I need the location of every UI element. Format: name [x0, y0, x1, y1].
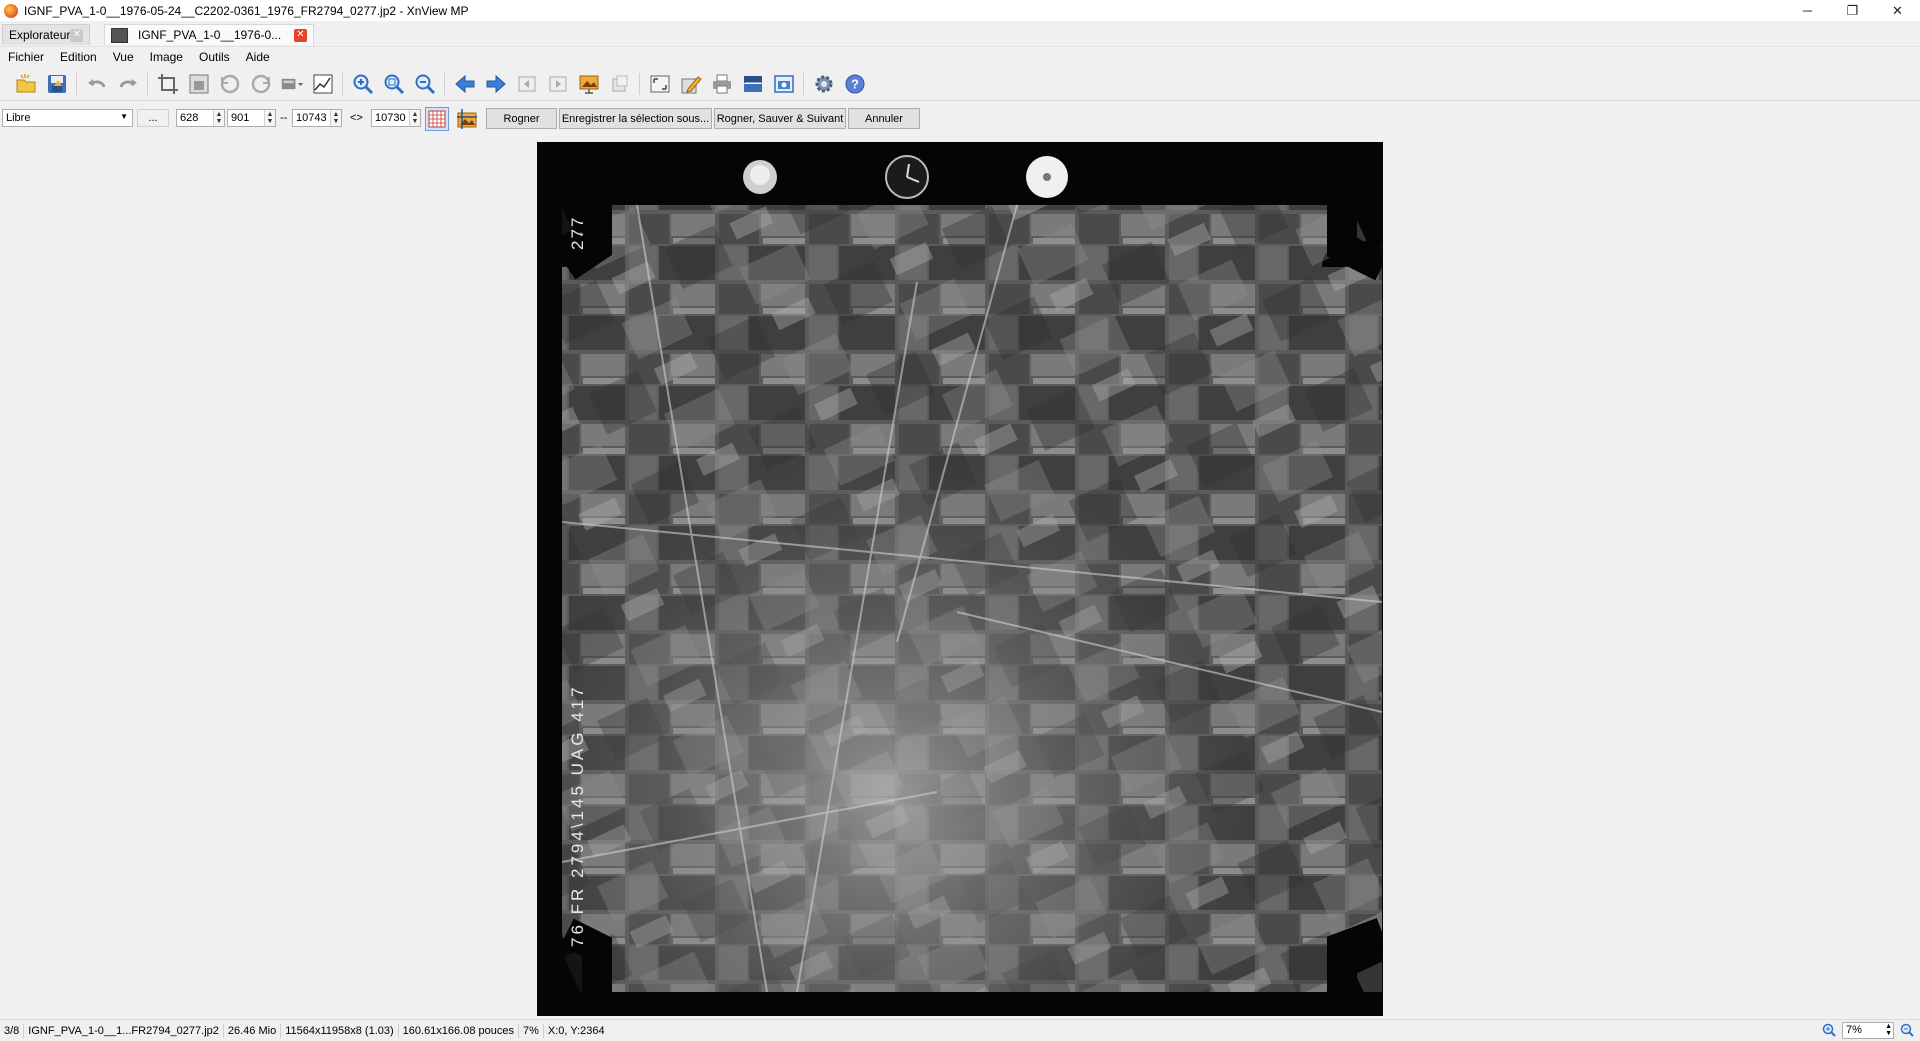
zoom-out-icon[interactable]: [413, 72, 437, 96]
crop-preview-icon[interactable]: [455, 107, 479, 131]
menu-bar: Fichier Edition Vue Image Outils Aide: [0, 47, 1920, 67]
slideshow-icon[interactable]: [577, 72, 601, 96]
crop-icon[interactable]: [156, 72, 180, 96]
status-filename: IGNF_PVA_1-0__1...FR2794_0277.jp2: [24, 1023, 224, 1038]
grid-toggle-icon[interactable]: [425, 107, 449, 131]
spin-arrows-icon[interactable]: ▲ ▼: [215, 111, 223, 125]
toolbar-separator: [444, 73, 445, 95]
help-icon[interactable]: ?: [843, 72, 867, 96]
spin-arrows-icon[interactable]: ▲ ▼: [411, 111, 419, 125]
status-index: 3/8: [0, 1023, 25, 1038]
status-filesize: 26.46 Mio: [224, 1023, 282, 1038]
ratio-select[interactable]: Libre ▼: [2, 109, 133, 127]
crop-save-next-button[interactable]: Rogner, Sauver & Suivant: [714, 108, 846, 129]
crop-x-value: 628: [180, 112, 199, 124]
toolbar-separator: [76, 73, 77, 95]
image-viewer[interactable]: 277 76 FR 2794\145 UAG 417: [0, 135, 1920, 1020]
restore-button[interactable]: ❐: [1830, 0, 1875, 21]
spin-arrows-icon[interactable]: ▲ ▼: [332, 111, 340, 125]
aerial-photo[interactable]: 277 76 FR 2794\145 UAG 417: [537, 142, 1383, 1016]
crop-height-value: 10730: [375, 112, 406, 124]
menu-fichier[interactable]: Fichier: [0, 50, 52, 64]
crop-y-field[interactable]: 901 ▲ ▼: [227, 109, 276, 127]
crop-x-field[interactable]: 628 ▲ ▼: [176, 109, 225, 127]
browse-folder-icon[interactable]: [14, 72, 38, 96]
xnview-logo-icon: [4, 3, 18, 18]
crop-button[interactable]: Rogner: [486, 108, 557, 129]
zoom-in-icon[interactable]: [351, 72, 375, 96]
main-toolbar: ?: [0, 68, 1920, 101]
zoom-level-field[interactable]: 7% ▲ ▼: [1842, 1022, 1894, 1039]
title-bar: IGNF_PVA_1-0__1976-05-24__C2202-0361_197…: [0, 0, 1920, 21]
chevron-down-icon: ▼: [120, 112, 128, 121]
tab-bar: Explorateur ✕ IGNF_PVA_1-0__1976-0... ✕: [0, 21, 1920, 47]
zoom-fit-icon[interactable]: [382, 72, 406, 96]
tab-label: Explorateur: [9, 28, 71, 42]
image-thumbnail-icon: [111, 27, 128, 43]
undo-icon[interactable]: [85, 72, 109, 96]
crop-y-value: 901: [231, 112, 250, 124]
minimize-button[interactable]: ─: [1785, 0, 1830, 21]
edit-icon[interactable]: [679, 72, 703, 96]
menu-vue[interactable]: Vue: [105, 50, 142, 64]
more-button[interactable]: ...: [137, 109, 169, 127]
last-icon[interactable]: [546, 72, 570, 96]
rotate-left-icon[interactable]: [218, 72, 242, 96]
previous-icon[interactable]: [453, 72, 477, 96]
crop-width-value: 10743: [296, 112, 327, 124]
toolbar-separator: [639, 73, 640, 95]
frame-number-label: 277: [568, 216, 587, 250]
svg-text:?: ?: [851, 77, 859, 92]
window-controls: ─ ❐ ✕: [1785, 0, 1920, 21]
save-selection-button[interactable]: Enregistrer la sélection sous...: [559, 108, 712, 129]
status-bar: 3/8 IGNF_PVA_1-0__1...FR2794_0277.jp2 26…: [0, 1019, 1920, 1041]
crop-bar: Libre ▼ ... 628 ▲ ▼ 901 ▲ ▼ -- 10743 ▲ ▼ <>…: [0, 106, 1920, 132]
tab-label: IGNF_PVA_1-0__1976-0...: [138, 28, 282, 42]
capture-icon[interactable]: [772, 72, 796, 96]
close-tab-icon[interactable]: ✕: [294, 28, 307, 42]
status-coords: X:0, Y:2364: [547, 1024, 605, 1037]
aerial-photo-image: 277 76 FR 2794\145 UAG 417: [537, 142, 1383, 1016]
compare-icon[interactable]: [608, 72, 632, 96]
save-icon[interactable]: [45, 72, 69, 96]
spin-arrows-icon[interactable]: ▲ ▼: [266, 111, 274, 125]
scanner-icon[interactable]: [741, 72, 765, 96]
status-print-size: 160.61x166.08 pouces: [399, 1023, 519, 1038]
zoom-level-value: 7%: [1846, 1024, 1862, 1036]
close-button[interactable]: ✕: [1875, 0, 1920, 21]
tab-explorer[interactable]: Explorateur ✕: [2, 24, 90, 45]
dash-label: --: [280, 112, 288, 124]
tab-image[interactable]: IGNF_PVA_1-0__1976-0... ✕: [104, 24, 314, 45]
menu-image[interactable]: Image: [142, 50, 191, 64]
next-icon[interactable]: [484, 72, 508, 96]
swap-label[interactable]: <>: [350, 112, 363, 124]
zoom-out-small-icon[interactable]: [1900, 1023, 1914, 1040]
status-zoom: 7%: [519, 1023, 544, 1038]
settings-icon[interactable]: [812, 72, 836, 96]
ratio-value: Libre: [6, 112, 31, 124]
fullscreen-icon[interactable]: [648, 72, 672, 96]
toolbar-separator: [342, 73, 343, 95]
cancel-button[interactable]: Annuler: [848, 108, 920, 129]
toolbar-separator: [147, 73, 148, 95]
redo-icon[interactable]: [116, 72, 140, 96]
crop-height-field[interactable]: 10730 ▲ ▼: [371, 109, 421, 127]
resize-icon[interactable]: [187, 72, 211, 96]
adjust-icon[interactable]: [280, 72, 304, 96]
window-title: IGNF_PVA_1-0__1976-05-24__C2202-0361_197…: [24, 3, 469, 18]
zoom-in-small-icon[interactable]: [1822, 1023, 1836, 1040]
crop-width-field[interactable]: 10743 ▲ ▼: [292, 109, 342, 127]
rotate-right-icon[interactable]: [249, 72, 273, 96]
first-icon[interactable]: [515, 72, 539, 96]
menu-aide[interactable]: Aide: [238, 50, 278, 64]
histogram-icon[interactable]: [311, 72, 335, 96]
status-dimensions: 11564x11958x8 (1.03): [281, 1023, 399, 1038]
menu-outils[interactable]: Outils: [191, 50, 238, 64]
close-tab-icon[interactable]: ✕: [70, 28, 83, 42]
toolbar-separator: [803, 73, 804, 95]
menu-edition[interactable]: Edition: [52, 50, 105, 64]
side-code-label: 76 FR 2794\145 UAG 417: [568, 684, 587, 947]
print-icon[interactable]: [710, 72, 734, 96]
spin-arrows-icon[interactable]: ▲ ▼: [1885, 1023, 1892, 1037]
